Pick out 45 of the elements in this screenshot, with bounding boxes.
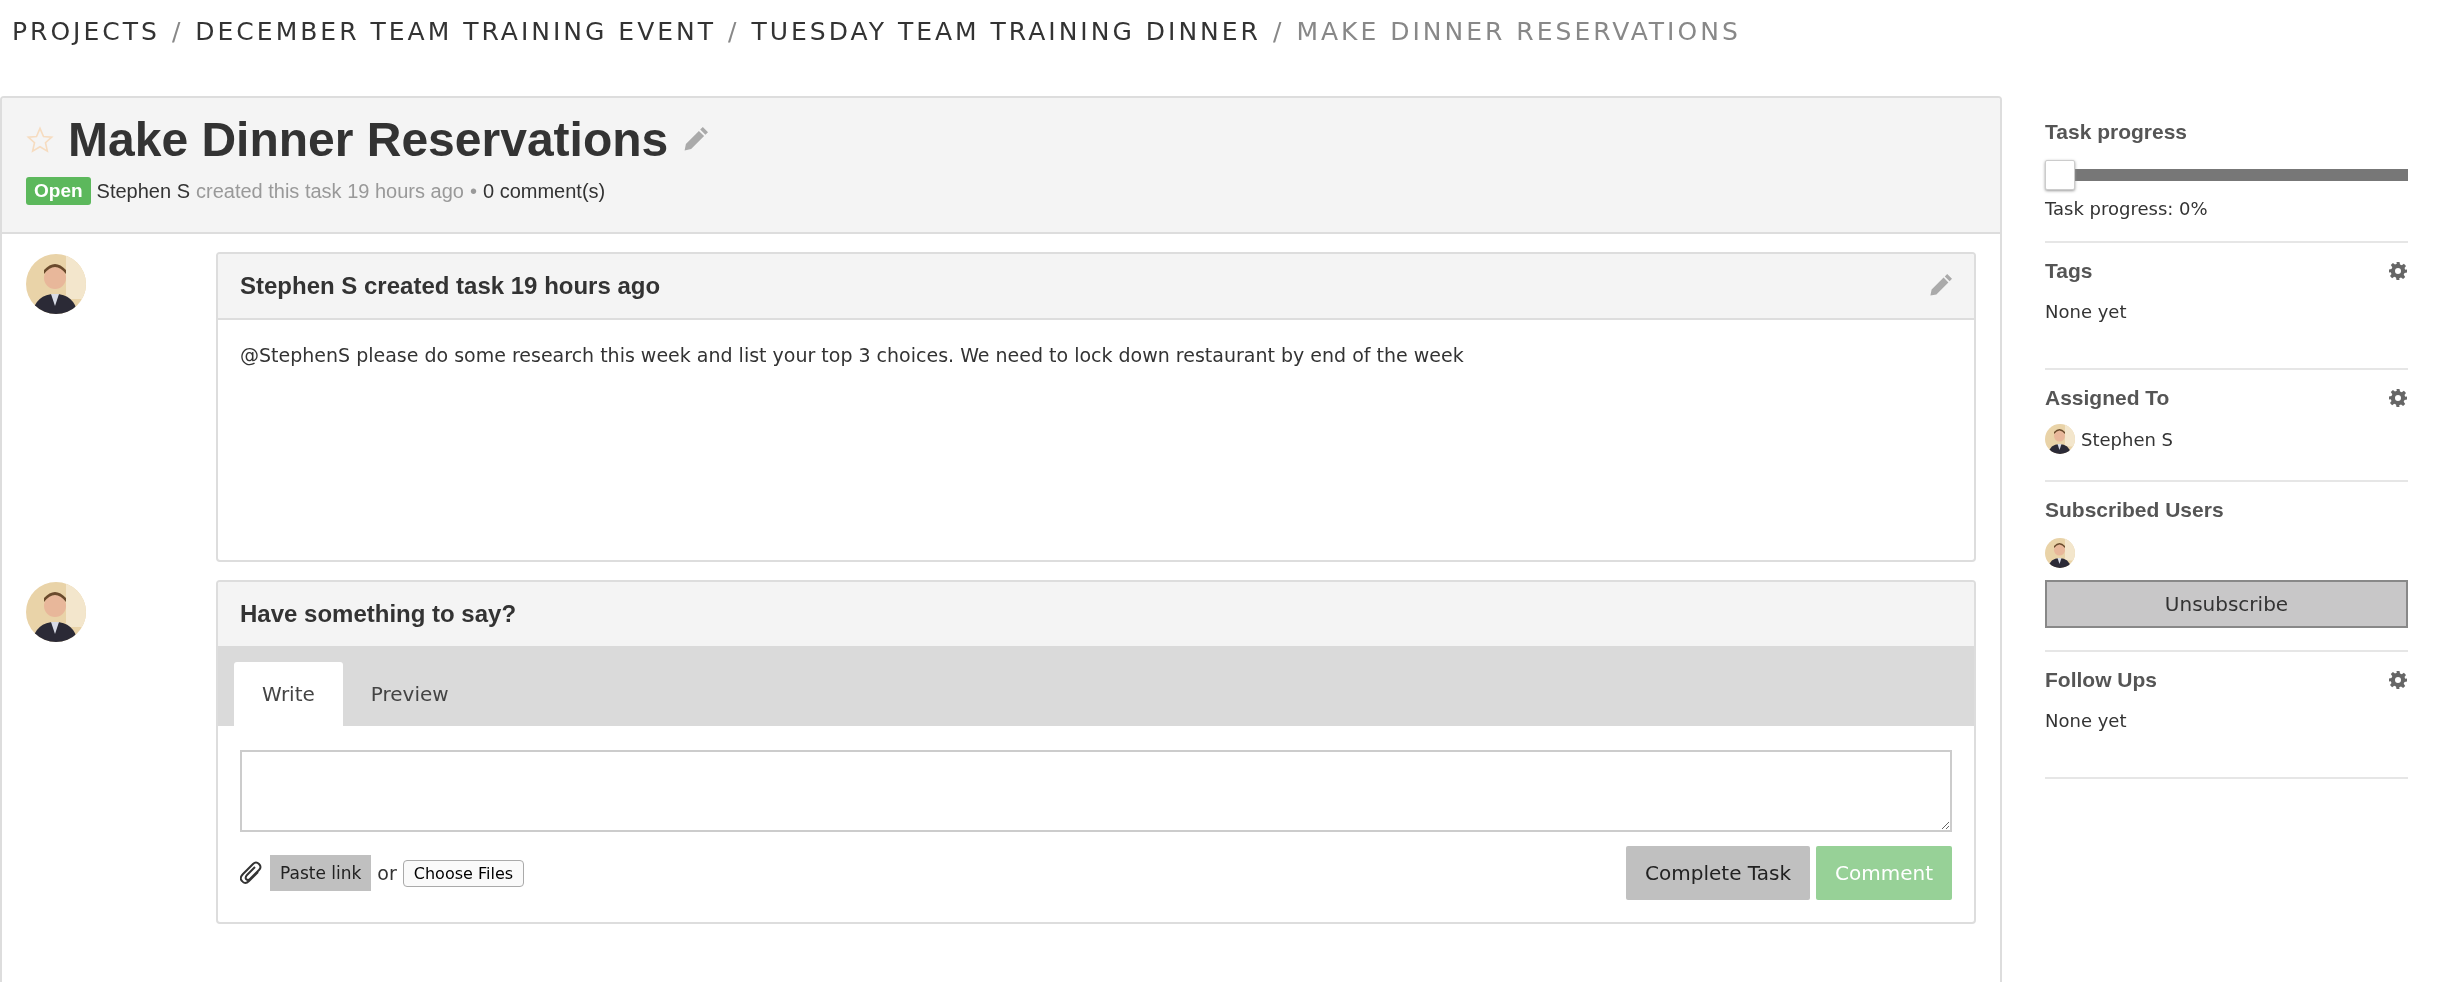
created-text: created this task 19 hours ago <box>196 179 464 203</box>
tab[interactable]: Write <box>234 662 343 726</box>
user-name: Stephen S <box>2081 428 2174 450</box>
section-title: Task progress <box>2045 120 2188 144</box>
post-heading: Stephen S created task 19 hours ago <box>240 272 661 300</box>
breadcrumb-separator: / <box>1272 16 1285 46</box>
settings-icon[interactable] <box>2388 388 2408 408</box>
unsubscribe-button[interactable]: Unsubscribe <box>2045 580 2408 628</box>
or-text: or <box>377 862 397 884</box>
breadcrumb-link[interactable]: TUESDAY TEAM TRAINING DINNER <box>751 16 1261 46</box>
breadcrumb-link[interactable]: DECEMBER TEAM TRAINING EVENT <box>195 16 716 46</box>
slider-handle[interactable] <box>2045 160 2075 190</box>
choose-files-button[interactable]: Choose Files <box>402 859 525 887</box>
breadcrumb-link[interactable]: PROJECTS <box>12 16 160 46</box>
section-title: Tags <box>2045 259 2093 283</box>
progress-reading: Task progress: 0% <box>2045 198 2209 219</box>
avatar <box>2045 424 2075 454</box>
breadcrumb-separator: / <box>171 16 184 46</box>
edit-icon[interactable] <box>1928 274 1952 298</box>
paperclip-icon <box>240 860 264 886</box>
avatar <box>26 582 86 642</box>
section-text: None yet <box>2045 710 2128 731</box>
dot-separator: • <box>469 179 477 203</box>
complete-task-button[interactable]: Complete Task <box>1626 846 1810 900</box>
avatar <box>26 254 86 314</box>
breadcrumb-link[interactable]: MAKE DINNER RESERVATIONS <box>1296 16 1741 46</box>
post-body: @StephenS please do some research this week and list your top 3 choices. We need to lock down restaurant by end of the week <box>239 343 1465 368</box>
task-title: Make Dinner Reservations <box>68 112 669 167</box>
paste-link-button[interactable]: Paste link <box>270 855 372 891</box>
edit-icon[interactable] <box>682 126 709 153</box>
avatar <box>2045 538 2075 568</box>
section-title: Subscribed Users <box>2045 498 2224 522</box>
section-title: Follow Ups <box>2045 668 2157 692</box>
breadcrumb-separator: / <box>728 16 740 46</box>
comment-field[interactable] <box>240 750 1952 832</box>
comment-count: 0 comment(s) <box>482 179 606 203</box>
author-name: Stephen S <box>96 179 190 203</box>
settings-icon[interactable] <box>2388 670 2408 690</box>
section-title: Assigned To <box>2045 386 2170 410</box>
comment-heading: Have something to say? <box>240 600 517 628</box>
section-text: None yet <box>2045 301 2128 322</box>
star-icon[interactable] <box>26 125 54 154</box>
settings-icon[interactable] <box>2388 261 2408 281</box>
status-badge: Open <box>26 177 91 205</box>
tab[interactable]: Preview <box>342 662 477 726</box>
